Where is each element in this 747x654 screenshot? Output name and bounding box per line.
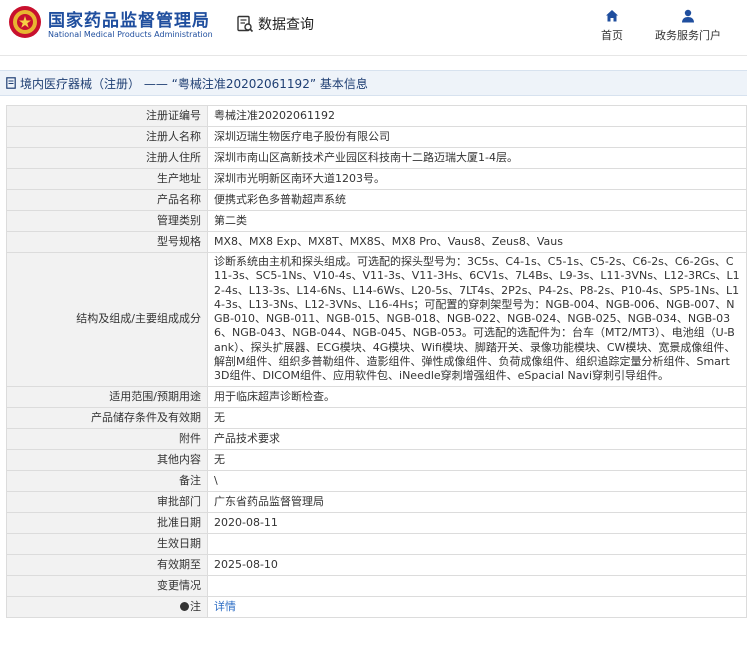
field-label: 其他内容 — [6, 448, 208, 471]
note-label-cell: 注 — [6, 595, 208, 618]
document-icon — [6, 77, 16, 89]
field-value: 2025-08-10 — [207, 553, 747, 576]
field-value: 粤械注准20202061192 — [207, 105, 747, 127]
table-row: 生效日期 — [6, 532, 747, 555]
field-label: 附件 — [6, 427, 208, 450]
field-label: 适用范围/预期用途 — [6, 385, 208, 408]
table-row: 注册证编号 粤械注准20202061192 — [6, 105, 747, 127]
field-label: 产品储存条件及有效期 — [6, 406, 208, 429]
field-value: 第二类 — [207, 210, 747, 232]
field-value: MX8、MX8 Exp、MX8T、MX8S、MX8 Pro、Vaus8、Zeus… — [207, 231, 747, 253]
table-row: 适用范围/预期用途 用于临床超声诊断检查。 — [6, 385, 747, 408]
field-label: 变更情况 — [6, 574, 208, 597]
field-value — [207, 532, 747, 555]
site-header: 国家药品监督管理局 National Medical Products Admi… — [0, 0, 747, 56]
table-row: 附件 产品技术要求 — [6, 427, 747, 450]
table-row: 审批部门 广东省药品监督管理局 — [6, 490, 747, 513]
field-value: 诊断系统由主机和探头组成。可选配的探头型号为：3C5s、C4-1s、C5-1s、… — [207, 252, 747, 387]
home-icon — [606, 10, 618, 22]
field-label: 型号规格 — [6, 231, 208, 253]
table-row: 注册人住所 深圳市南山区高新技术产业园区科技南十二路迈瑞大厦1-4层。 — [6, 147, 747, 169]
field-label: 有效期至 — [6, 553, 208, 576]
table-row: 产品储存条件及有效期 无 — [6, 406, 747, 429]
data-query-link[interactable]: 数据查询 — [236, 12, 314, 36]
field-label: 产品名称 — [6, 189, 208, 211]
field-value: 用于临床超声诊断检查。 — [207, 385, 747, 408]
field-label: 注册人名称 — [6, 126, 208, 148]
field-label: 注册人住所 — [6, 147, 208, 169]
details-link[interactable]: 详情 — [214, 600, 236, 613]
note-value-cell: 详情 — [207, 595, 747, 618]
field-label: 注册证编号 — [6, 105, 208, 127]
table-row: 批准日期 2020-08-11 — [6, 511, 747, 534]
note-icon — [180, 601, 189, 611]
note-label: 注 — [190, 599, 201, 613]
search-document-icon — [237, 15, 254, 33]
field-label: 备注 — [6, 469, 208, 492]
table-row: 管理类别 第二类 — [6, 210, 747, 232]
nav-home[interactable]: 首页 — [597, 8, 627, 43]
nav-gov-service[interactable]: 政务服务门户 — [650, 8, 726, 43]
site-name-en: National Medical Products Administration — [48, 30, 213, 39]
field-label: 生效日期 — [6, 532, 208, 555]
field-label: 管理类别 — [6, 210, 208, 232]
data-query-label: 数据查询 — [258, 17, 314, 33]
field-value: 广东省药品监督管理局 — [207, 490, 747, 513]
table-row: 产品名称 便携式彩色多普勒超声系统 — [6, 189, 747, 211]
table-row: 结构及组成/主要组成成分 诊断系统由主机和探头组成。可选配的探头型号为：3C5s… — [6, 252, 747, 387]
field-value: 无 — [207, 448, 747, 471]
nav-home-label: 首页 — [601, 29, 623, 42]
table-row: 备注 \ — [6, 469, 747, 492]
table-row: 有效期至 2025-08-10 — [6, 553, 747, 576]
field-value: \ — [207, 469, 747, 492]
breadcrumb-text: 境内医疗器械（注册） —— “粤械注准20202061192” 基本信息 — [20, 76, 368, 91]
field-label: 批准日期 — [6, 511, 208, 534]
table-row: 生产地址 深圳市光明新区南环大道1203号。 — [6, 168, 747, 190]
device-info-table: 注册证编号 粤械注准20202061192 注册人名称 深圳迈瑞生物医疗电子股份… — [6, 105, 747, 618]
table-row: 注册人名称 深圳迈瑞生物医疗电子股份有限公司 — [6, 126, 747, 148]
field-value: 深圳市光明新区南环大道1203号。 — [207, 168, 747, 190]
field-value: 无 — [207, 406, 747, 429]
table-row: 型号规格 MX8、MX8 Exp、MX8T、MX8S、MX8 Pro、Vaus8… — [6, 231, 747, 253]
field-label: 生产地址 — [6, 168, 208, 190]
site-name-cn[interactable]: 国家药品监督管理局 — [48, 6, 210, 31]
field-value: 产品技术要求 — [207, 427, 747, 450]
user-icon — [682, 9, 694, 23]
table-row: 其他内容 无 — [6, 448, 747, 471]
field-value: 深圳市南山区高新技术产业园区科技南十二路迈瑞大厦1-4层。 — [207, 147, 747, 169]
breadcrumb: 境内医疗器械（注册） —— “粤械注准20202061192” 基本信息 — [0, 70, 747, 96]
nav-gov-label: 政务服务门户 — [655, 29, 721, 42]
field-value: 2020-08-11 — [207, 511, 747, 534]
field-label: 结构及组成/主要组成成分 — [6, 252, 208, 387]
table-row: 变更情况 — [6, 574, 747, 597]
field-value: 深圳迈瑞生物医疗电子股份有限公司 — [207, 126, 747, 148]
table-row: 注 详情 — [6, 595, 747, 618]
field-value: 便携式彩色多普勒超声系统 — [207, 189, 747, 211]
field-value — [207, 574, 747, 597]
national-emblem-icon — [9, 6, 41, 38]
field-label: 审批部门 — [6, 490, 208, 513]
